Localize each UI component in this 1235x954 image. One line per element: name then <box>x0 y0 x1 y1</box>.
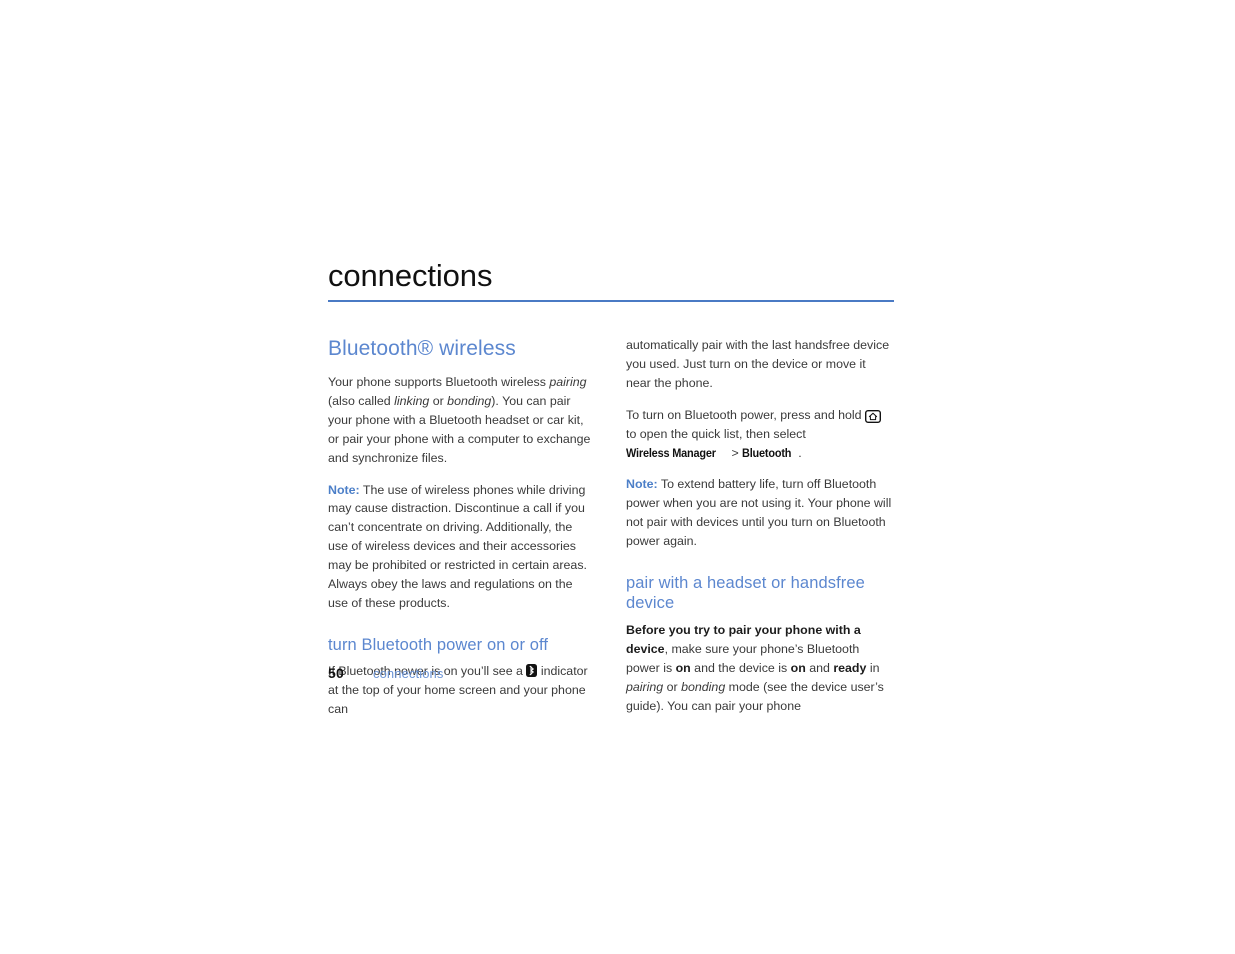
text-fragment: or <box>663 679 682 694</box>
emphasis-bonding: bonding <box>681 679 726 694</box>
paragraph-note-driving: Note: The use of wireless phones while d… <box>328 481 595 613</box>
section-heading-bluetooth-wireless: Bluetooth® wireless <box>328 337 516 360</box>
bluetooth-indicator-icon <box>526 663 538 677</box>
emphasis-bonding: bonding <box>447 393 492 408</box>
two-column-body: Bluetooth® wireless Your phone supports … <box>328 336 894 719</box>
page-number: 50 <box>328 665 344 681</box>
paragraph-turn-on-power: To turn on Bluetooth power, press and ho… <box>626 406 893 463</box>
text-fragment: (also called <box>328 393 395 408</box>
paragraph-bluetooth-intro: Your phone supports Bluetooth wireless p… <box>328 373 595 468</box>
text-fragment: and the device is <box>690 660 791 675</box>
text-fragment: . <box>798 445 802 460</box>
emphasis-linking: linking <box>394 393 430 408</box>
left-column: Bluetooth® wireless Your phone supports … <box>328 336 595 719</box>
bold-on-2: on <box>790 660 806 675</box>
note-text: The use of wireless phones while driving… <box>328 482 587 610</box>
text-fragment: and <box>805 660 834 675</box>
title-divider <box>328 300 894 302</box>
sub-heading-pair-with-headset: pair with a headset or handsfree device <box>626 574 865 613</box>
text-fragment: in <box>866 660 880 675</box>
note-label: Note: <box>328 482 360 497</box>
text-fragment: To turn on Bluetooth power, press and ho… <box>626 407 866 422</box>
menu-path-separator: > <box>728 445 743 460</box>
page-content: connections Bluetooth® wireless Your pho… <box>328 258 894 719</box>
bold-ready: ready <box>833 660 867 675</box>
right-column: automatically pair with the last handsfr… <box>626 336 893 716</box>
paragraph-before-you-pair: Before you try to pair your phone with a… <box>626 621 893 716</box>
sub-heading-turn-bluetooth-power: turn Bluetooth power on or off <box>328 635 549 654</box>
text-fragment: Your phone supports Bluetooth wireless <box>328 375 550 389</box>
home-key-icon <box>865 409 882 423</box>
page-footer: 50 connections <box>328 665 443 681</box>
menu-path-wireless-manager: Wireless Manager <box>626 445 716 460</box>
bold-on: on <box>675 660 691 675</box>
footer-chapter-label: connections <box>372 666 444 681</box>
page-title: connections <box>328 258 493 293</box>
menu-path-bluetooth: Bluetooth <box>742 445 792 460</box>
paragraph-note-battery: Note: To extend battery life, turn off B… <box>626 475 893 551</box>
note-label: Note: <box>626 477 658 492</box>
emphasis-pairing: pairing <box>626 679 664 694</box>
text-fragment: or <box>429 393 448 408</box>
note-text: To extend battery life, turn off Bluetoo… <box>626 477 892 549</box>
emphasis-pairing: pairing <box>549 375 587 389</box>
text-fragment: to open the quick list, then select <box>626 426 806 441</box>
paragraph-auto-pair: automatically pair with the last handsfr… <box>626 338 890 390</box>
